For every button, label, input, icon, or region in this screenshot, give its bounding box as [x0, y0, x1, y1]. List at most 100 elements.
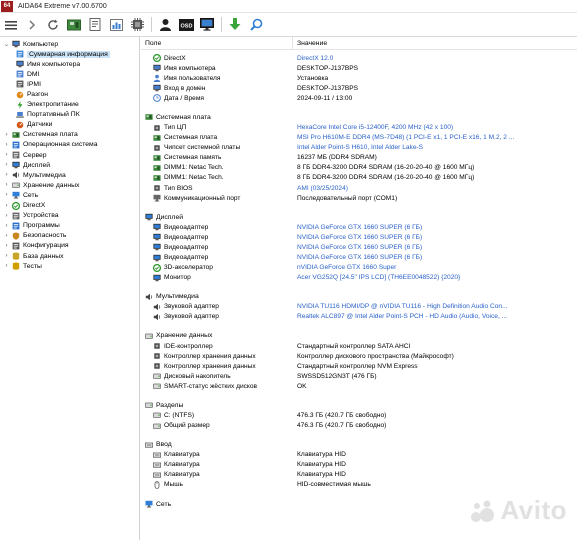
expand-icon[interactable]: › [3, 131, 10, 138]
tree-item[interactable]: › Сервер [0, 150, 139, 160]
tree-item[interactable]: › DirectX [0, 201, 139, 211]
property-value-link[interactable]: NVIDIA TU116 HDMI/DP @ nVIDIA TU116 - Hi… [293, 303, 577, 310]
tree-item[interactable]: Имя компьютера [0, 59, 139, 69]
property-row[interactable]: Клавиатура Клавиатура HID [141, 470, 577, 480]
tree-item[interactable]: › Устройства [0, 211, 139, 221]
column-header-field[interactable]: Поле [141, 37, 293, 49]
property-row[interactable]: DIMM1: Netac Tech. 8 ГБ DDR4-3200 DDR4 SD… [141, 163, 577, 173]
download-icon[interactable] [227, 17, 243, 33]
tree-item[interactable]: ⌄ Компьютер [0, 39, 139, 49]
tree-item[interactable]: › Программы [0, 221, 139, 231]
property-row[interactable]: Звуковой адаптер NVIDIA TU116 HDMI/DP @ n… [141, 302, 577, 312]
section: Разделы C: (NTFS) 476.3 ГБ (420.7 ГБ свобо… [141, 394, 577, 430]
tree-item[interactable]: Электропитание [0, 100, 139, 110]
property-value-link[interactable]: nVIDIA GeForce GTX 1660 Super [293, 264, 577, 271]
expand-icon[interactable]: › [3, 152, 10, 159]
property-row[interactable]: Видеоадаптер NVIDIA GeForce GTX 1660 SUPE… [141, 232, 577, 242]
property-row[interactable]: Видеоадаптер NVIDIA GeForce GTX 1660 SUPE… [141, 242, 577, 252]
tree-item[interactable]: Портативный ПК [0, 110, 139, 120]
property-value-link[interactable]: Realtek ALC897 @ Intel Alder Point-S PCH… [293, 313, 577, 320]
tree-item[interactable]: › База данных [0, 251, 139, 261]
tree-item[interactable]: Датчики [0, 120, 139, 130]
tree-item[interactable]: DMI [0, 69, 139, 79]
property-row[interactable]: Тип BIOS AMI (03/25/2024) [141, 183, 577, 193]
property-row[interactable]: SMART-статус жёстких дисков OK [141, 381, 577, 391]
expand-icon[interactable]: › [3, 182, 10, 189]
property-row[interactable]: Звуковой адаптер Realtek ALC897 @ Intel A… [141, 312, 577, 322]
property-value-link[interactable]: AMI (03/25/2024) [293, 185, 577, 192]
property-value-link[interactable]: DirectX 12.0 [293, 55, 577, 62]
expand-icon[interactable]: › [3, 232, 10, 239]
property-value-link[interactable]: HexaCore Intel Core i5-12400F, 4200 MHz … [293, 124, 577, 131]
property-row[interactable]: Имя компьютера DESKTOP-J137BPS [141, 63, 577, 73]
property-row[interactable]: Системная плата MSI Pro H610M-E DDR4 (MS-… [141, 133, 577, 143]
column-header-value[interactable]: Значение [293, 40, 327, 47]
property-row[interactable]: Контроллер хранения данных Контроллер дис… [141, 351, 577, 361]
expand-icon[interactable]: › [3, 162, 10, 169]
property-value-link[interactable]: NVIDIA GeForce GTX 1660 SUPER (6 ГБ) [293, 234, 577, 241]
property-row[interactable]: Видеоадаптер NVIDIA GeForce GTX 1660 SUPE… [141, 253, 577, 263]
expand-icon[interactable]: › [3, 192, 10, 199]
search-icon[interactable] [248, 17, 264, 33]
property-row[interactable]: Коммуникационный порт Последовательный по… [141, 193, 577, 203]
tree-item[interactable]: › Дисплей [0, 160, 139, 170]
expand-icon[interactable]: › [3, 253, 10, 260]
tree-item[interactable]: › Операционная система [0, 140, 139, 150]
expand-icon[interactable]: › [3, 202, 10, 209]
property-value-link[interactable]: MSI Pro H610M-E DDR4 (MS-7D48) (1 PCI-E … [293, 134, 577, 141]
user-icon[interactable] [157, 17, 173, 33]
property-row[interactable]: Контроллер хранения данных Стандартный ко… [141, 361, 577, 371]
tree-item[interactable]: Суммарная информация [0, 49, 139, 59]
property-row[interactable]: C: (NTFS) 476.3 ГБ (420.7 ГБ свободно) [141, 410, 577, 420]
tree-item[interactable]: › Безопасность [0, 231, 139, 241]
tree-item[interactable]: › Сеть [0, 190, 139, 200]
property-row[interactable]: DirectX DirectX 12.0 [141, 53, 577, 63]
refresh-icon[interactable] [45, 17, 61, 33]
motherboard-icon[interactable] [66, 17, 82, 33]
property-row[interactable]: Мышь HID-совместимая мышь [141, 480, 577, 490]
menu-icon[interactable] [3, 17, 19, 33]
forward-icon[interactable] [24, 17, 40, 33]
cpu-icon [153, 124, 161, 132]
property-row[interactable]: 3D-акселератор nVIDIA GeForce GTX 1660 Su… [141, 263, 577, 273]
property-row[interactable]: Дисковый накопитель SWSSD512GN3T (476 ГБ) [141, 371, 577, 381]
chart-icon[interactable] [108, 17, 124, 33]
property-row[interactable]: Дата / Время 2024-09-11 / 13:00 [141, 93, 577, 103]
tree-item[interactable]: › Системная плата [0, 130, 139, 140]
property-value-link[interactable]: NVIDIA GeForce GTX 1660 SUPER (6 ГБ) [293, 244, 577, 251]
property-row[interactable]: Монитор Acer VG252Q [24.5" IPS LCD] (TH6E… [141, 273, 577, 283]
expand-icon[interactable]: › [3, 222, 10, 229]
expand-icon[interactable]: › [3, 263, 10, 270]
osd-icon[interactable]: OSD [178, 17, 194, 33]
property-value-link[interactable]: NVIDIA GeForce GTX 1660 SUPER (6 ГБ) [293, 224, 577, 231]
property-row[interactable]: Чипсет системной платы Intel Alder Point-… [141, 143, 577, 153]
monitor-icon[interactable] [199, 17, 215, 33]
property-row[interactable]: Клавиатура Клавиатура HID [141, 450, 577, 460]
property-row[interactable]: Имя пользователя Установка [141, 73, 577, 83]
tree-item[interactable]: IPMI [0, 79, 139, 89]
property-row[interactable]: DIMM1: Netac Tech. 8 ГБ DDR4-3200 DDR4 SD… [141, 173, 577, 183]
cpu-icon[interactable] [129, 17, 145, 33]
tree-item[interactable]: › Тесты [0, 261, 139, 271]
expand-icon[interactable]: › [3, 172, 10, 179]
property-row[interactable]: Вход в домен DESKTOP-J137BPS [141, 83, 577, 93]
property-value-link[interactable]: Acer VG252Q [24.5" IPS LCD] (TH6EE004852… [293, 274, 577, 281]
tree-item[interactable]: › Мультимедиа [0, 170, 139, 180]
property-row[interactable]: IDE-контроллер Стандартный контроллер SAT… [141, 341, 577, 351]
expand-icon[interactable]: › [3, 242, 10, 249]
tree-item[interactable]: › Конфигурация [0, 241, 139, 251]
property-row[interactable]: Системная память 16237 МБ (DDR4 SDRAM) [141, 153, 577, 163]
property-row[interactable]: Клавиатура Клавиатура HID [141, 460, 577, 470]
tree-item[interactable]: Разгон [0, 89, 139, 99]
property-value-link[interactable]: NVIDIA GeForce GTX 1660 SUPER (6 ГБ) [293, 254, 577, 261]
property-row[interactable]: Общий размер 476.3 ГБ (420.7 ГБ свободно) [141, 421, 577, 431]
disk-icon [153, 372, 161, 380]
property-row[interactable]: Тип ЦП HexaCore Intel Core i5-12400F, 420… [141, 122, 577, 132]
expand-icon[interactable]: › [3, 212, 10, 219]
property-row[interactable]: Видеоадаптер NVIDIA GeForce GTX 1660 SUPE… [141, 222, 577, 232]
expand-icon[interactable]: › [3, 141, 10, 148]
collapse-icon[interactable]: ⌄ [3, 41, 10, 48]
report-icon[interactable] [87, 17, 103, 33]
tree-item[interactable]: › Хранение данных [0, 180, 139, 190]
property-value-link[interactable]: Intel Alder Point-S H610, Intel Alder La… [293, 144, 577, 151]
